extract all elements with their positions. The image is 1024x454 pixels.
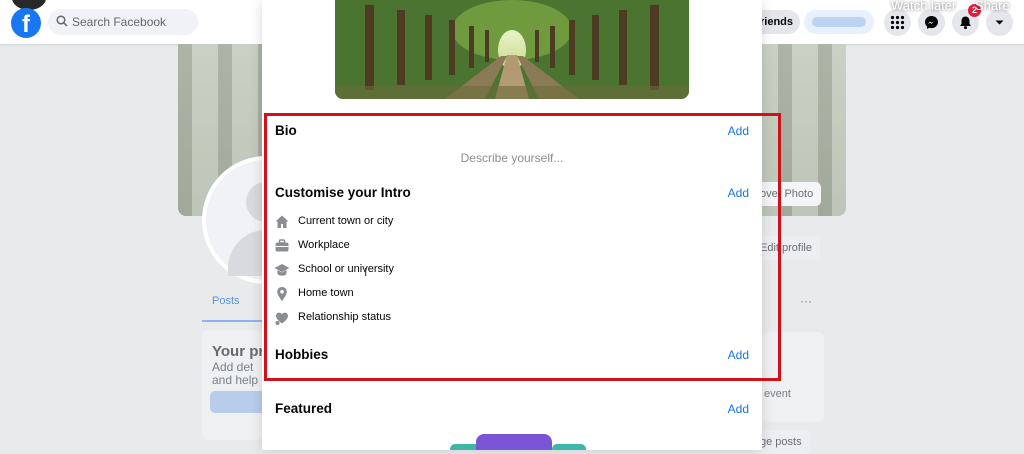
featured-add-link[interactable]: Add	[728, 402, 749, 416]
briefcase-icon	[275, 239, 289, 252]
edit-profile-modal: Bio Add Describe yourself... Customise y…	[262, 0, 762, 450]
intro-item-label: Relationship status	[298, 311, 391, 323]
featured-title: Featured	[275, 401, 333, 416]
intro-item-workplace[interactable]: Workplace	[274, 238, 574, 256]
intro-item-home-town[interactable]: Home town	[274, 286, 574, 304]
background-life-event: event	[764, 388, 791, 400]
home-icon	[275, 215, 289, 228]
intro-item-label: Workplace	[298, 239, 350, 251]
bio-add-link[interactable]: Add	[728, 124, 749, 138]
menu-grid-icon[interactable]	[884, 9, 911, 36]
background-side-card	[762, 332, 824, 422]
watch-later-label[interactable]: Watch later	[891, 0, 956, 13]
background-your-profile-desc-2: and help	[212, 373, 259, 387]
featured-illustration	[476, 434, 552, 450]
background-edit-profile-button: Edit profile	[752, 236, 820, 260]
facebook-logo-icon[interactable]: f	[11, 8, 41, 38]
background-blue-button	[210, 391, 268, 413]
messenger-icon[interactable]	[918, 9, 945, 36]
search-placeholder: Search Facebook	[72, 15, 167, 29]
search-icon	[56, 15, 68, 27]
account-menu-chevron-down-icon[interactable]	[986, 9, 1013, 36]
background-more-icon: ···	[800, 294, 812, 308]
bio-placeholder[interactable]: Describe yourself...	[262, 151, 762, 165]
search-input[interactable]: Search Facebook	[48, 9, 198, 35]
background-your-profile-title: Your pr	[212, 343, 265, 360]
background-edit-cover-photo-button: over Photo	[752, 182, 822, 206]
tree-avenue-image	[335, 0, 689, 99]
heart-icon	[275, 312, 288, 325]
intro-item-label: Current town or city	[298, 215, 394, 227]
text-cursor-icon: I	[364, 266, 368, 279]
intro-item-label: School or university	[298, 263, 394, 275]
background-posts-tab: Posts	[202, 290, 270, 322]
intro-item-relationship-status[interactable]: Relationship status	[274, 310, 574, 328]
intro-item-school[interactable]: School or university	[274, 262, 574, 280]
cover-photo-preview	[335, 0, 689, 99]
hobbies-add-link[interactable]: Add	[728, 348, 749, 362]
hobbies-title: Hobbies	[275, 347, 329, 362]
graduation-cap-icon	[274, 264, 290, 276]
profile-chip[interactable]	[804, 10, 874, 34]
share-label[interactable]: Share	[975, 0, 1010, 13]
intro-item-label: Home town	[298, 287, 354, 299]
customise-intro-add-link[interactable]: Add	[728, 186, 749, 200]
location-pin-icon	[277, 287, 287, 301]
bio-title: Bio	[275, 123, 297, 138]
background-your-profile-desc: Add det	[212, 360, 254, 374]
intro-item-current-town[interactable]: Current town or city	[274, 214, 574, 232]
featured-illustration-right	[552, 444, 586, 450]
customise-intro-title: Customise your Intro	[275, 185, 411, 200]
